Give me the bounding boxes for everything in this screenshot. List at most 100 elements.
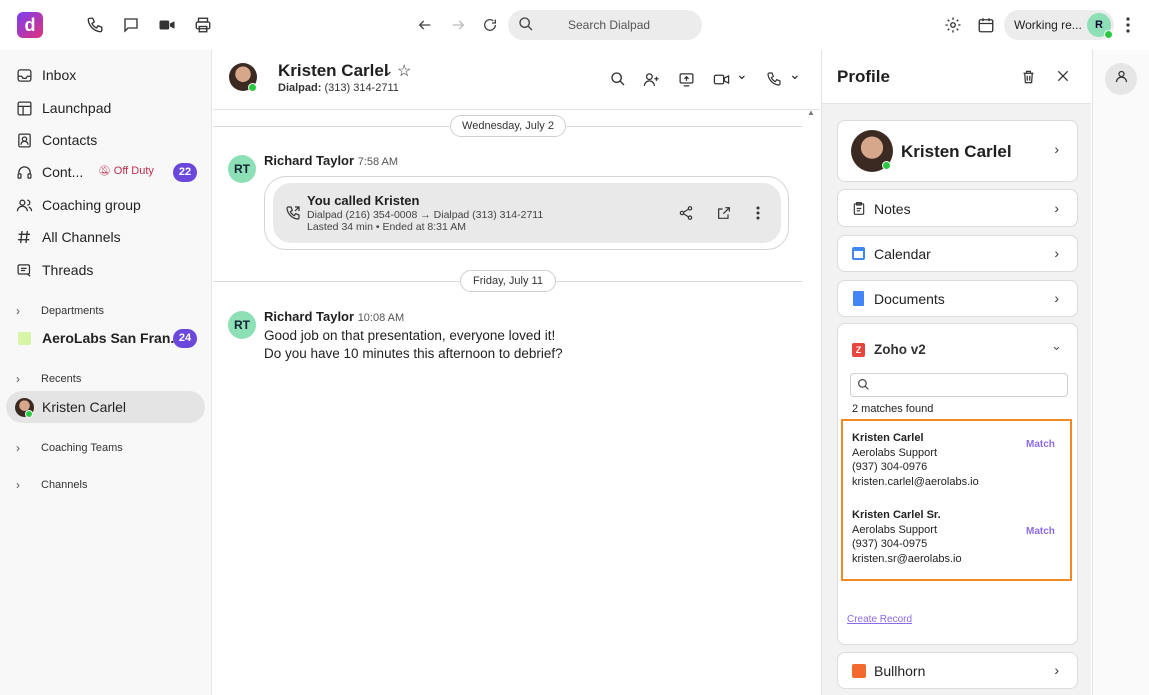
section-label: Channels xyxy=(41,479,88,491)
notes-label: Notes xyxy=(874,201,911,217)
call-duration: Lasted 34 min • Ended at 8:31 AM xyxy=(307,221,466,233)
launchpad-icon xyxy=(14,100,34,117)
google-docs-icon xyxy=(853,291,864,306)
calendar-icon[interactable] xyxy=(975,14,997,36)
recents-section-header[interactable]: › Recents xyxy=(16,372,81,386)
sender-name[interactable]: Richard Taylor xyxy=(264,153,354,168)
sender-name[interactable]: Richard Taylor xyxy=(264,309,354,324)
sidebar-item-threads[interactable]: Threads xyxy=(6,254,205,286)
more-vertical-icon[interactable] xyxy=(1117,14,1139,36)
sidebar-item-coaching-group[interactable]: Coaching group xyxy=(6,189,205,221)
call-log-card[interactable]: You called Kristen Dialpad (216) 354-000… xyxy=(264,176,789,250)
add-person-icon[interactable] xyxy=(640,68,662,90)
chevron-right-icon: › xyxy=(16,304,20,318)
sidebar-item-label: Kristen Carlel xyxy=(42,399,127,415)
call-route: Dialpad (216) 354-0008 → Dialpad (313) 3… xyxy=(307,209,544,221)
sidebar: Inbox Launchpad Contacts Cont... 🔕︎ Off … xyxy=(0,50,212,695)
sender-avatar[interactable]: RT xyxy=(228,311,256,339)
video-call-icon[interactable] xyxy=(710,68,732,90)
sidebar-item-label: Launchpad xyxy=(42,100,112,116)
sidebar-item-inbox[interactable]: Inbox xyxy=(6,59,205,91)
chevron-down-icon[interactable]: ⌄ xyxy=(789,66,801,83)
online-indicator xyxy=(1104,30,1113,39)
unread-badge: 22 xyxy=(173,163,197,182)
sender-avatar[interactable]: RT xyxy=(228,155,256,183)
sidebar-item-label: Inbox xyxy=(42,67,77,83)
zoho-search-input[interactable] xyxy=(850,373,1068,397)
headset-icon xyxy=(14,164,34,181)
video-icon[interactable] xyxy=(156,14,178,36)
search-bar[interactable]: Search Dialpad xyxy=(508,10,702,40)
outgoing-call-icon xyxy=(285,205,301,226)
profile-contact-card[interactable]: Kristen Carlel › xyxy=(837,120,1078,182)
sidebar-item-contacts[interactable]: Contacts xyxy=(6,124,205,156)
close-icon[interactable] xyxy=(1056,69,1070,88)
scroll-up-arrow-icon[interactable]: ▲ xyxy=(807,108,815,117)
google-calendar-icon xyxy=(852,247,865,260)
open-external-icon[interactable] xyxy=(716,205,732,226)
phone-call-icon[interactable] xyxy=(763,68,785,90)
person-icon xyxy=(1114,69,1129,89)
profile-panel: Profile Kristen Carlel › Notes › Calenda… xyxy=(821,50,1091,695)
printer-icon[interactable] xyxy=(192,14,214,36)
coaching-teams-section-header[interactable]: › Coaching Teams xyxy=(16,441,123,455)
dialpad-logo[interactable]: d xyxy=(17,12,43,38)
documents-card[interactable]: Documents › xyxy=(837,280,1078,317)
calendar-card[interactable]: Calendar › xyxy=(837,235,1078,272)
profile-toggle-button[interactable] xyxy=(1105,63,1137,95)
more-vertical-icon[interactable] xyxy=(756,206,760,225)
search-placeholder: Search Dialpad xyxy=(568,18,651,32)
sidebar-item-launchpad[interactable]: Launchpad xyxy=(6,92,205,124)
zoho-title: Zoho v2 xyxy=(874,342,926,357)
message-icon[interactable] xyxy=(120,14,142,36)
zoho-icon: Z xyxy=(852,343,865,357)
chevron-down-icon[interactable]: ⌄ xyxy=(382,62,394,79)
profile-header: Profile xyxy=(822,50,1091,104)
message-line: Do you have 10 minutes this afternoon to… xyxy=(264,346,563,361)
bullhorn-label: Bullhorn xyxy=(874,663,926,679)
search-icon[interactable] xyxy=(607,68,629,90)
message-time: 7:58 AM xyxy=(357,156,399,168)
settings-gear-icon[interactable] xyxy=(942,14,964,36)
bullhorn-icon xyxy=(852,664,866,678)
matches-count: 2 matches found xyxy=(852,403,934,415)
documents-label: Documents xyxy=(874,291,945,307)
section-label: Recents xyxy=(41,373,82,385)
screen-share-icon[interactable] xyxy=(675,68,697,90)
dialpad-label: Dialpad: xyxy=(278,82,322,94)
trash-icon[interactable] xyxy=(1021,69,1036,90)
date-pill: Friday, July 11 xyxy=(460,270,556,292)
departments-section-header[interactable]: › Departments xyxy=(16,304,104,318)
sidebar-item-recent-kristen[interactable]: Kristen Carlel xyxy=(6,391,205,423)
search-icon xyxy=(518,16,534,37)
online-indicator xyxy=(248,83,257,92)
phone-icon[interactable] xyxy=(84,14,106,36)
sidebar-item-department[interactable]: AeroLabs San Fran... 24 xyxy=(6,322,205,354)
chevron-right-icon: › xyxy=(1054,200,1059,216)
sidebar-item-contact-center[interactable]: Cont... 🔕︎ Off Duty 22 xyxy=(6,156,205,188)
back-arrow-icon[interactable] xyxy=(414,14,436,36)
channels-section-header[interactable]: › Channels xyxy=(16,478,87,492)
refresh-icon[interactable] xyxy=(479,14,501,36)
status-text: Working re... xyxy=(1014,18,1082,32)
avatar xyxy=(14,397,34,418)
contact-name[interactable]: Kristen Carlel xyxy=(278,61,389,81)
forward-arrow-icon[interactable] xyxy=(447,14,469,36)
sidebar-item-label: Contacts xyxy=(42,132,98,148)
chevron-right-icon: › xyxy=(1054,245,1059,261)
chevron-down-icon[interactable]: ⌄ xyxy=(736,66,748,83)
date-pill: Wednesday, July 2 xyxy=(450,115,566,137)
status-label: Off Duty xyxy=(113,165,154,177)
sidebar-item-label: Cont... xyxy=(42,164,84,180)
create-record-link[interactable]: Create Record xyxy=(847,614,912,625)
notes-card[interactable]: Notes › xyxy=(837,189,1078,227)
star-icon[interactable]: ☆ xyxy=(397,61,411,81)
share-icon[interactable] xyxy=(678,205,694,226)
off-duty-status[interactable]: 🔕︎ Off Duty xyxy=(98,165,154,177)
chevron-right-icon: › xyxy=(16,441,20,455)
call-log-inner: You called Kristen Dialpad (216) 354-000… xyxy=(273,183,781,243)
chevron-down-icon[interactable]: ⌄ xyxy=(1051,338,1062,354)
sidebar-item-all-channels[interactable]: All Channels xyxy=(6,221,205,253)
bullhorn-card[interactable]: Bullhorn › xyxy=(837,652,1078,689)
calendar-label: Calendar xyxy=(874,246,931,262)
